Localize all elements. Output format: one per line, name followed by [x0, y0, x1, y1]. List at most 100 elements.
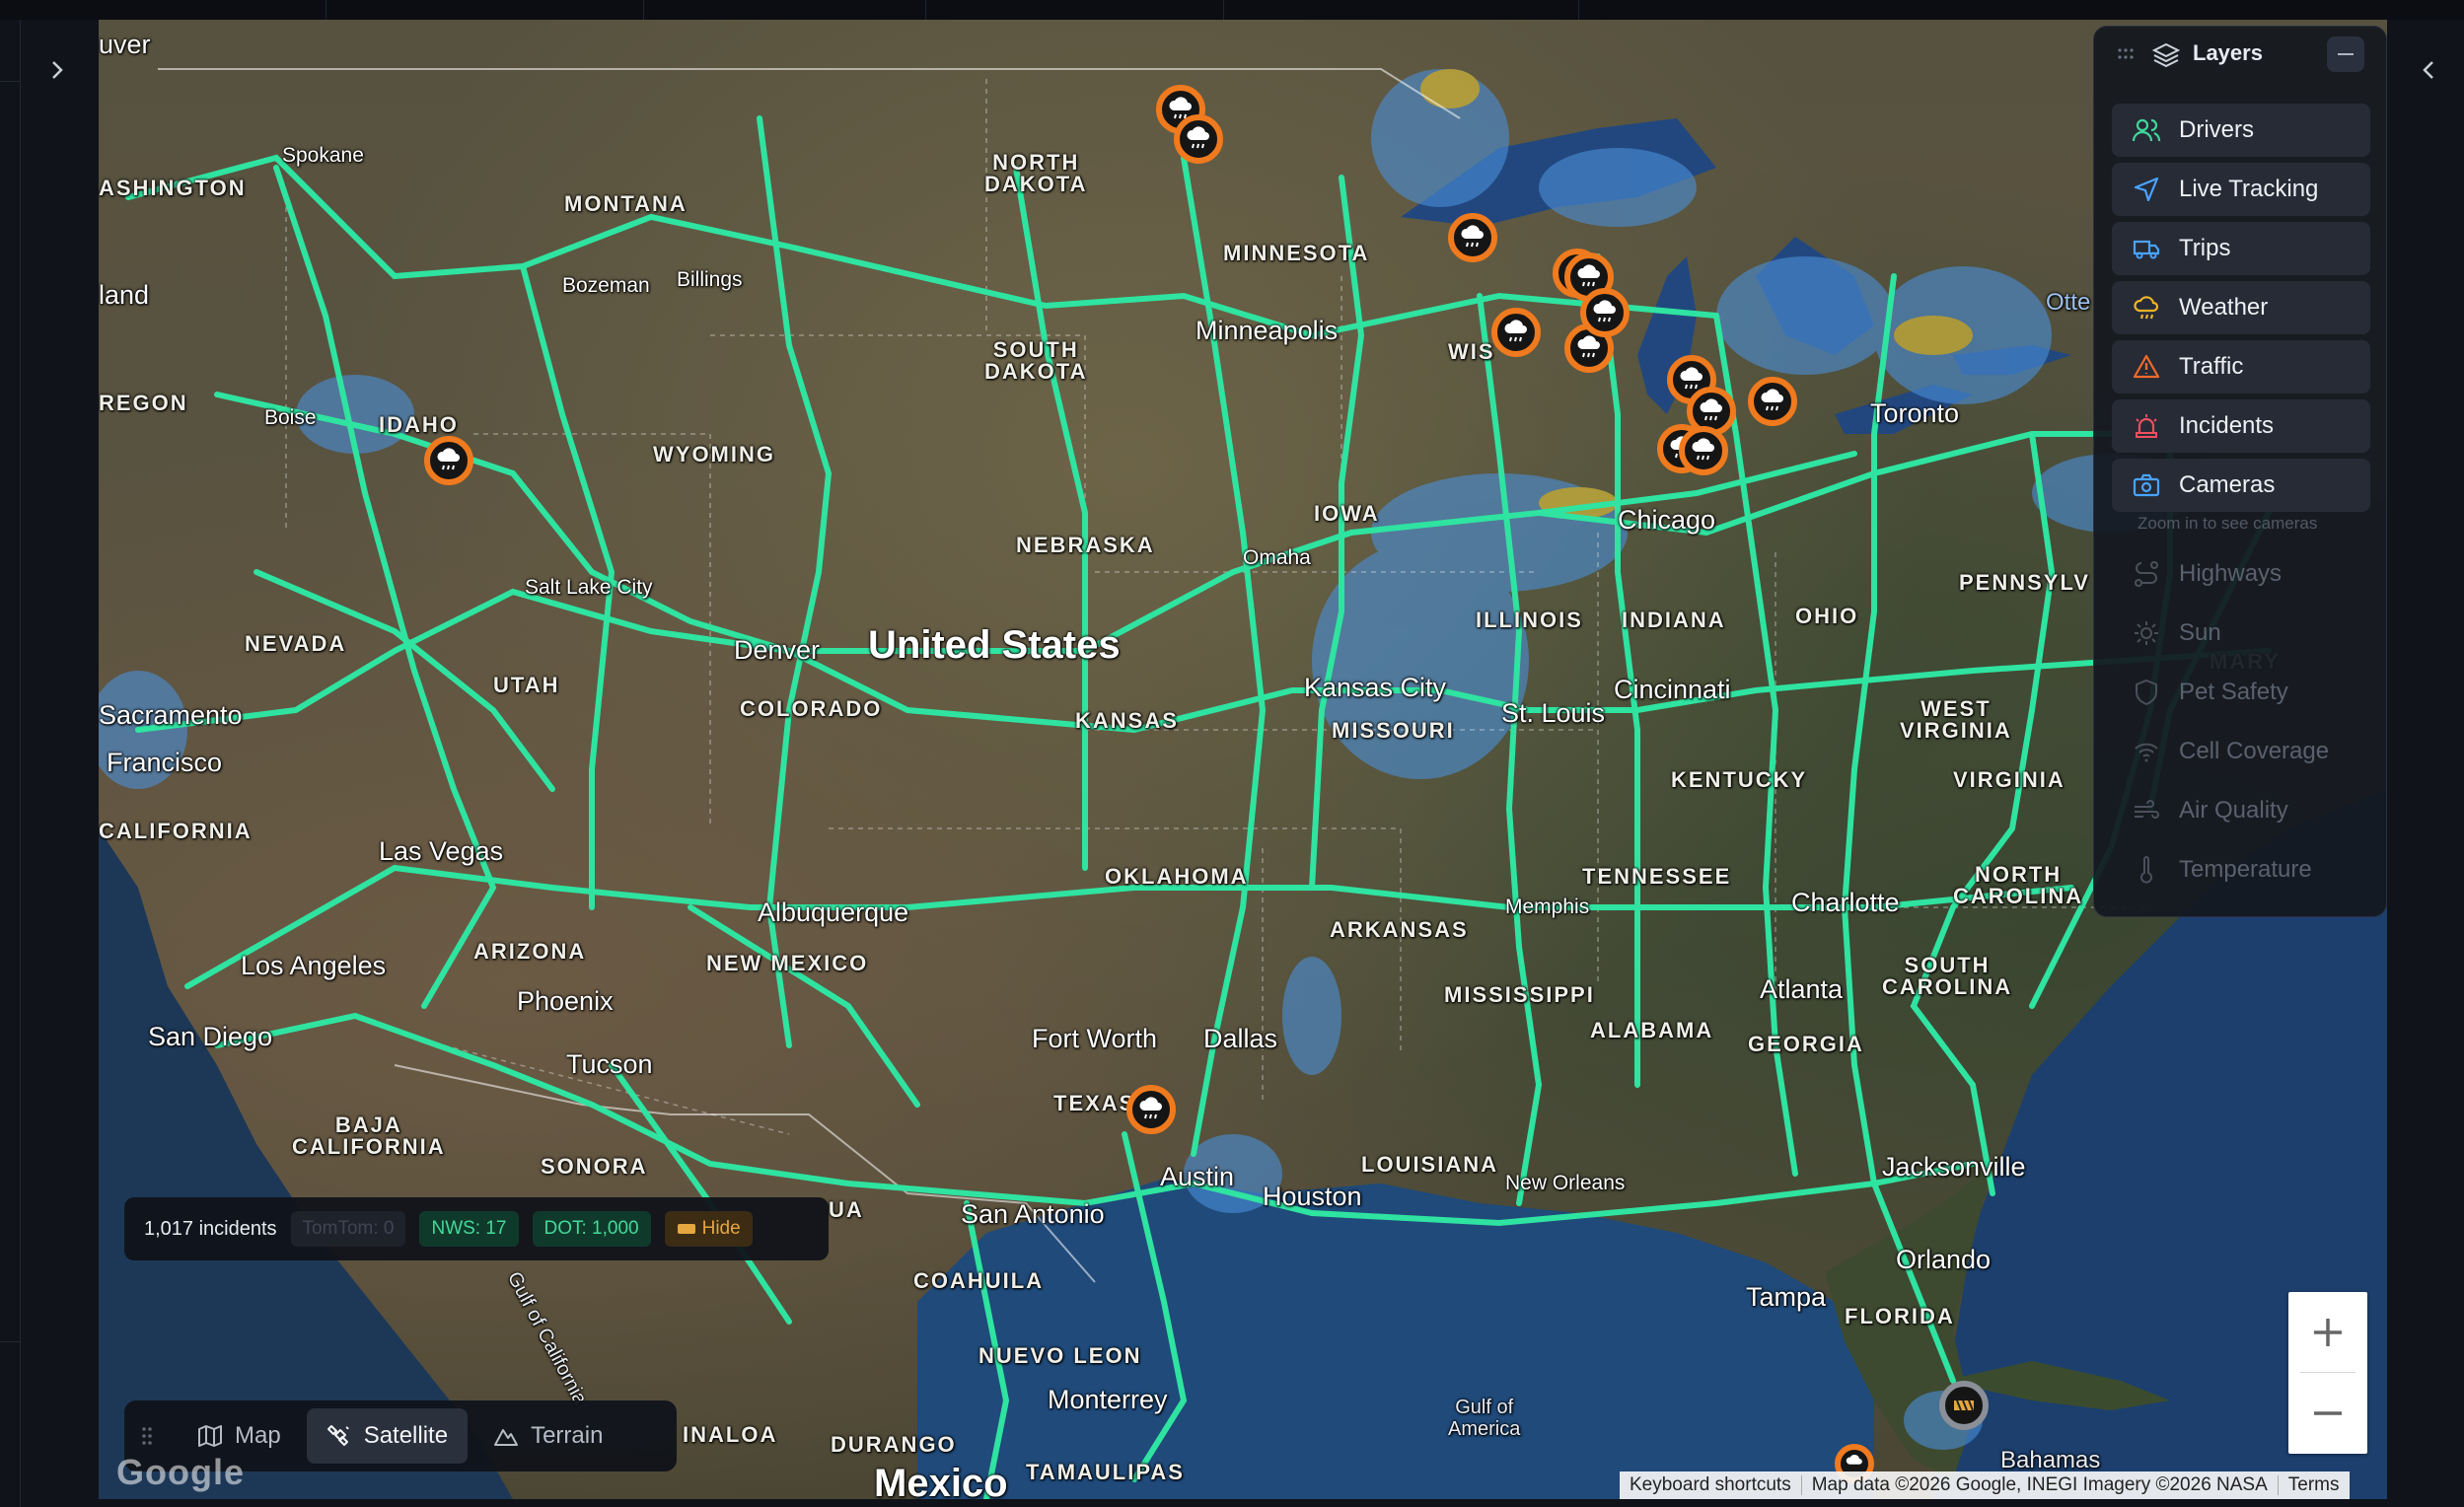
layer-label: Cameras — [2179, 471, 2276, 498]
map-graphics — [99, 68, 2387, 1499]
weather-alert-marker[interactable] — [1491, 308, 1541, 357]
map-attribution: Keyboard shortcuts Map data ©2026 Google… — [1620, 1471, 2350, 1499]
left-sidebar-collapsed — [0, 20, 99, 1507]
cloud-rain-icon — [1700, 398, 1722, 421]
tomtom-source-chip[interactable]: TomTom: 0 — [290, 1211, 406, 1247]
weather-alert-marker[interactable] — [1580, 288, 1630, 337]
hide-incidents-button[interactable]: Hide — [664, 1211, 753, 1247]
drag-handle-icon[interactable] — [2118, 48, 2134, 60]
map-type-satellite-button[interactable]: Satellite — [306, 1408, 469, 1464]
layer-label: Drivers — [2179, 116, 2254, 143]
plus-icon — [2314, 1318, 2342, 1346]
dot-source-chip[interactable]: DOT: 1,000 — [532, 1211, 651, 1247]
layer-label: Cell Coverage — [2179, 738, 2330, 764]
divider — [0, 1341, 20, 1342]
layer-toggle-live-tracking[interactable]: Live Tracking — [2112, 163, 2370, 216]
weather-alert-marker[interactable] — [1748, 377, 1797, 426]
construction-marker[interactable] — [1939, 1381, 1989, 1430]
layer-toggle-weather[interactable]: Weather — [2112, 281, 2370, 334]
layer-toggle-trips[interactable]: Trips — [2112, 222, 2370, 275]
weather-alert-marker[interactable] — [1679, 426, 1728, 475]
map-icon — [198, 1425, 222, 1447]
layer-label: Sun — [2179, 619, 2221, 646]
layer-toggle-sun[interactable]: Sun — [2112, 607, 2370, 660]
cloud-rain-icon — [1187, 126, 1209, 149]
sun-icon — [2130, 616, 2163, 650]
weather-alert-marker[interactable] — [424, 436, 473, 485]
layer-label: Live Tracking — [2179, 176, 2319, 202]
layer-toggle-highways[interactable]: Highways — [2112, 547, 2370, 601]
zoom-controls — [2288, 1292, 2367, 1454]
layers-panel: Layers Drivers Live Tracking Trips Weath… — [2093, 26, 2387, 917]
layer-toggle-temperature[interactable]: Temperature — [2112, 843, 2370, 897]
map-type-label: Satellite — [363, 1422, 449, 1449]
weather-alert-marker[interactable] — [1126, 1085, 1176, 1134]
thermometer-icon — [2130, 853, 2163, 887]
incidents-summary-bar: 1,017 incidents TomTom: 0 NWS: 17 DOT: 1… — [124, 1197, 829, 1260]
layer-label: Weather — [2179, 294, 2269, 321]
cloud-rain-icon — [1761, 389, 1783, 411]
layer-toggle-pet-safety[interactable]: Pet Safety — [2112, 666, 2370, 719]
layer-label: Traffic — [2179, 353, 2244, 380]
layer-label: Highways — [2179, 560, 2283, 587]
minimize-layers-button[interactable] — [2327, 36, 2364, 72]
eye-off-icon — [677, 1224, 695, 1234]
weather-alert-marker[interactable] — [1448, 213, 1497, 262]
layer-toggle-drivers[interactable]: Drivers — [2112, 104, 2370, 157]
layer-toggle-cameras[interactable]: Cameras — [2112, 459, 2370, 512]
truck-icon — [2130, 232, 2163, 265]
divider — [0, 81, 20, 82]
top-bar-segment — [326, 0, 644, 20]
cloud-rain-icon — [1577, 264, 1600, 287]
layers-panel-title: Layers — [2193, 40, 2263, 65]
minus-icon — [2314, 1410, 2342, 1415]
cloud-rain-icon — [437, 448, 460, 470]
keyboard-shortcuts-link[interactable]: Keyboard shortcuts — [1620, 1474, 1801, 1496]
zoom-in-button[interactable] — [2288, 1292, 2367, 1372]
users-icon — [2130, 113, 2163, 147]
mountain-icon — [494, 1429, 519, 1446]
layer-label: Trips — [2179, 235, 2231, 261]
cloud-rain-icon — [1461, 225, 1484, 248]
cloud-rain-icon — [1692, 438, 1714, 461]
navigation-icon — [2130, 173, 2163, 206]
cloud-rain-icon — [1504, 320, 1527, 342]
layer-toggle-traffic[interactable]: Traffic — [2112, 340, 2370, 394]
construction-icon — [1954, 1399, 1974, 1411]
nws-source-chip[interactable]: NWS: 17 — [419, 1211, 519, 1247]
camera-icon — [2130, 468, 2163, 502]
layer-label: Temperature — [2179, 856, 2312, 883]
layer-toggle-incidents[interactable]: Incidents — [2112, 399, 2370, 453]
layer-label: Pet Safety — [2179, 679, 2288, 705]
expand-right-panel-button[interactable] — [2417, 55, 2440, 85]
incident-count: 1,017 incidents — [144, 1217, 277, 1240]
alert-triangle-icon — [2130, 350, 2163, 384]
layers-icon — [2151, 42, 2181, 68]
weather-alert-marker[interactable] — [1174, 114, 1223, 164]
cloud-rain-icon — [1593, 300, 1616, 323]
cloud-rain-icon — [1139, 1097, 1162, 1119]
cloud-rain-icon — [1846, 1454, 1862, 1465]
expand-sidebar-button[interactable] — [45, 55, 69, 85]
top-bar-segment — [1223, 0, 1579, 20]
chevron-right-icon — [52, 61, 63, 79]
top-bar — [0, 0, 2464, 21]
route-icon — [2130, 557, 2163, 591]
map-type-terrain-button[interactable]: Terrain — [473, 1408, 622, 1464]
canada-border — [158, 68, 1461, 119]
layer-toggle-cell-coverage[interactable]: Cell Coverage — [2112, 725, 2370, 778]
top-bar-segment — [643, 0, 926, 20]
zoom-out-button[interactable] — [2288, 1373, 2367, 1453]
chevron-left-icon — [2423, 61, 2433, 79]
satellite-map[interactable]: United States Mexico Spokane Bozeman Bil… — [99, 20, 2387, 1499]
top-bar-segment — [925, 0, 1224, 20]
top-bar-segment — [0, 0, 326, 20]
layer-toggle-air-quality[interactable]: Air Quality — [2112, 784, 2370, 837]
drag-handle-icon[interactable] — [140, 1425, 154, 1447]
wind-icon — [2130, 794, 2163, 827]
terms-link[interactable]: Terms — [2279, 1474, 2350, 1496]
layer-label: Air Quality — [2179, 797, 2288, 824]
siren-icon — [2130, 409, 2163, 443]
wifi-icon — [2130, 735, 2163, 768]
map-data-credit: Map data ©2026 Google, INEGI Imagery ©20… — [1811, 1474, 2268, 1495]
